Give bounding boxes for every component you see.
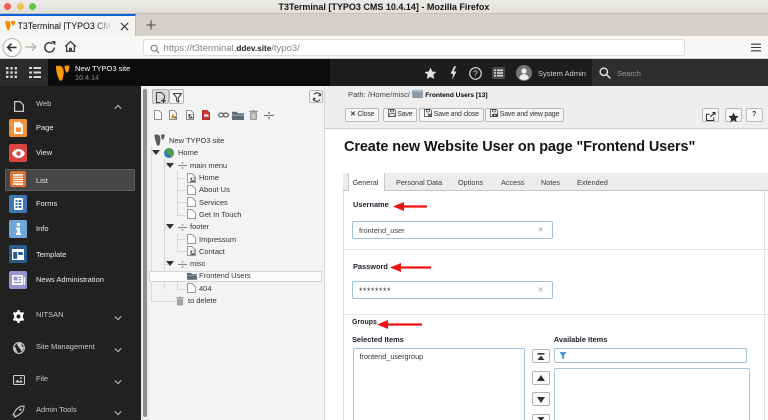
svg-text:?: ?	[473, 68, 478, 78]
